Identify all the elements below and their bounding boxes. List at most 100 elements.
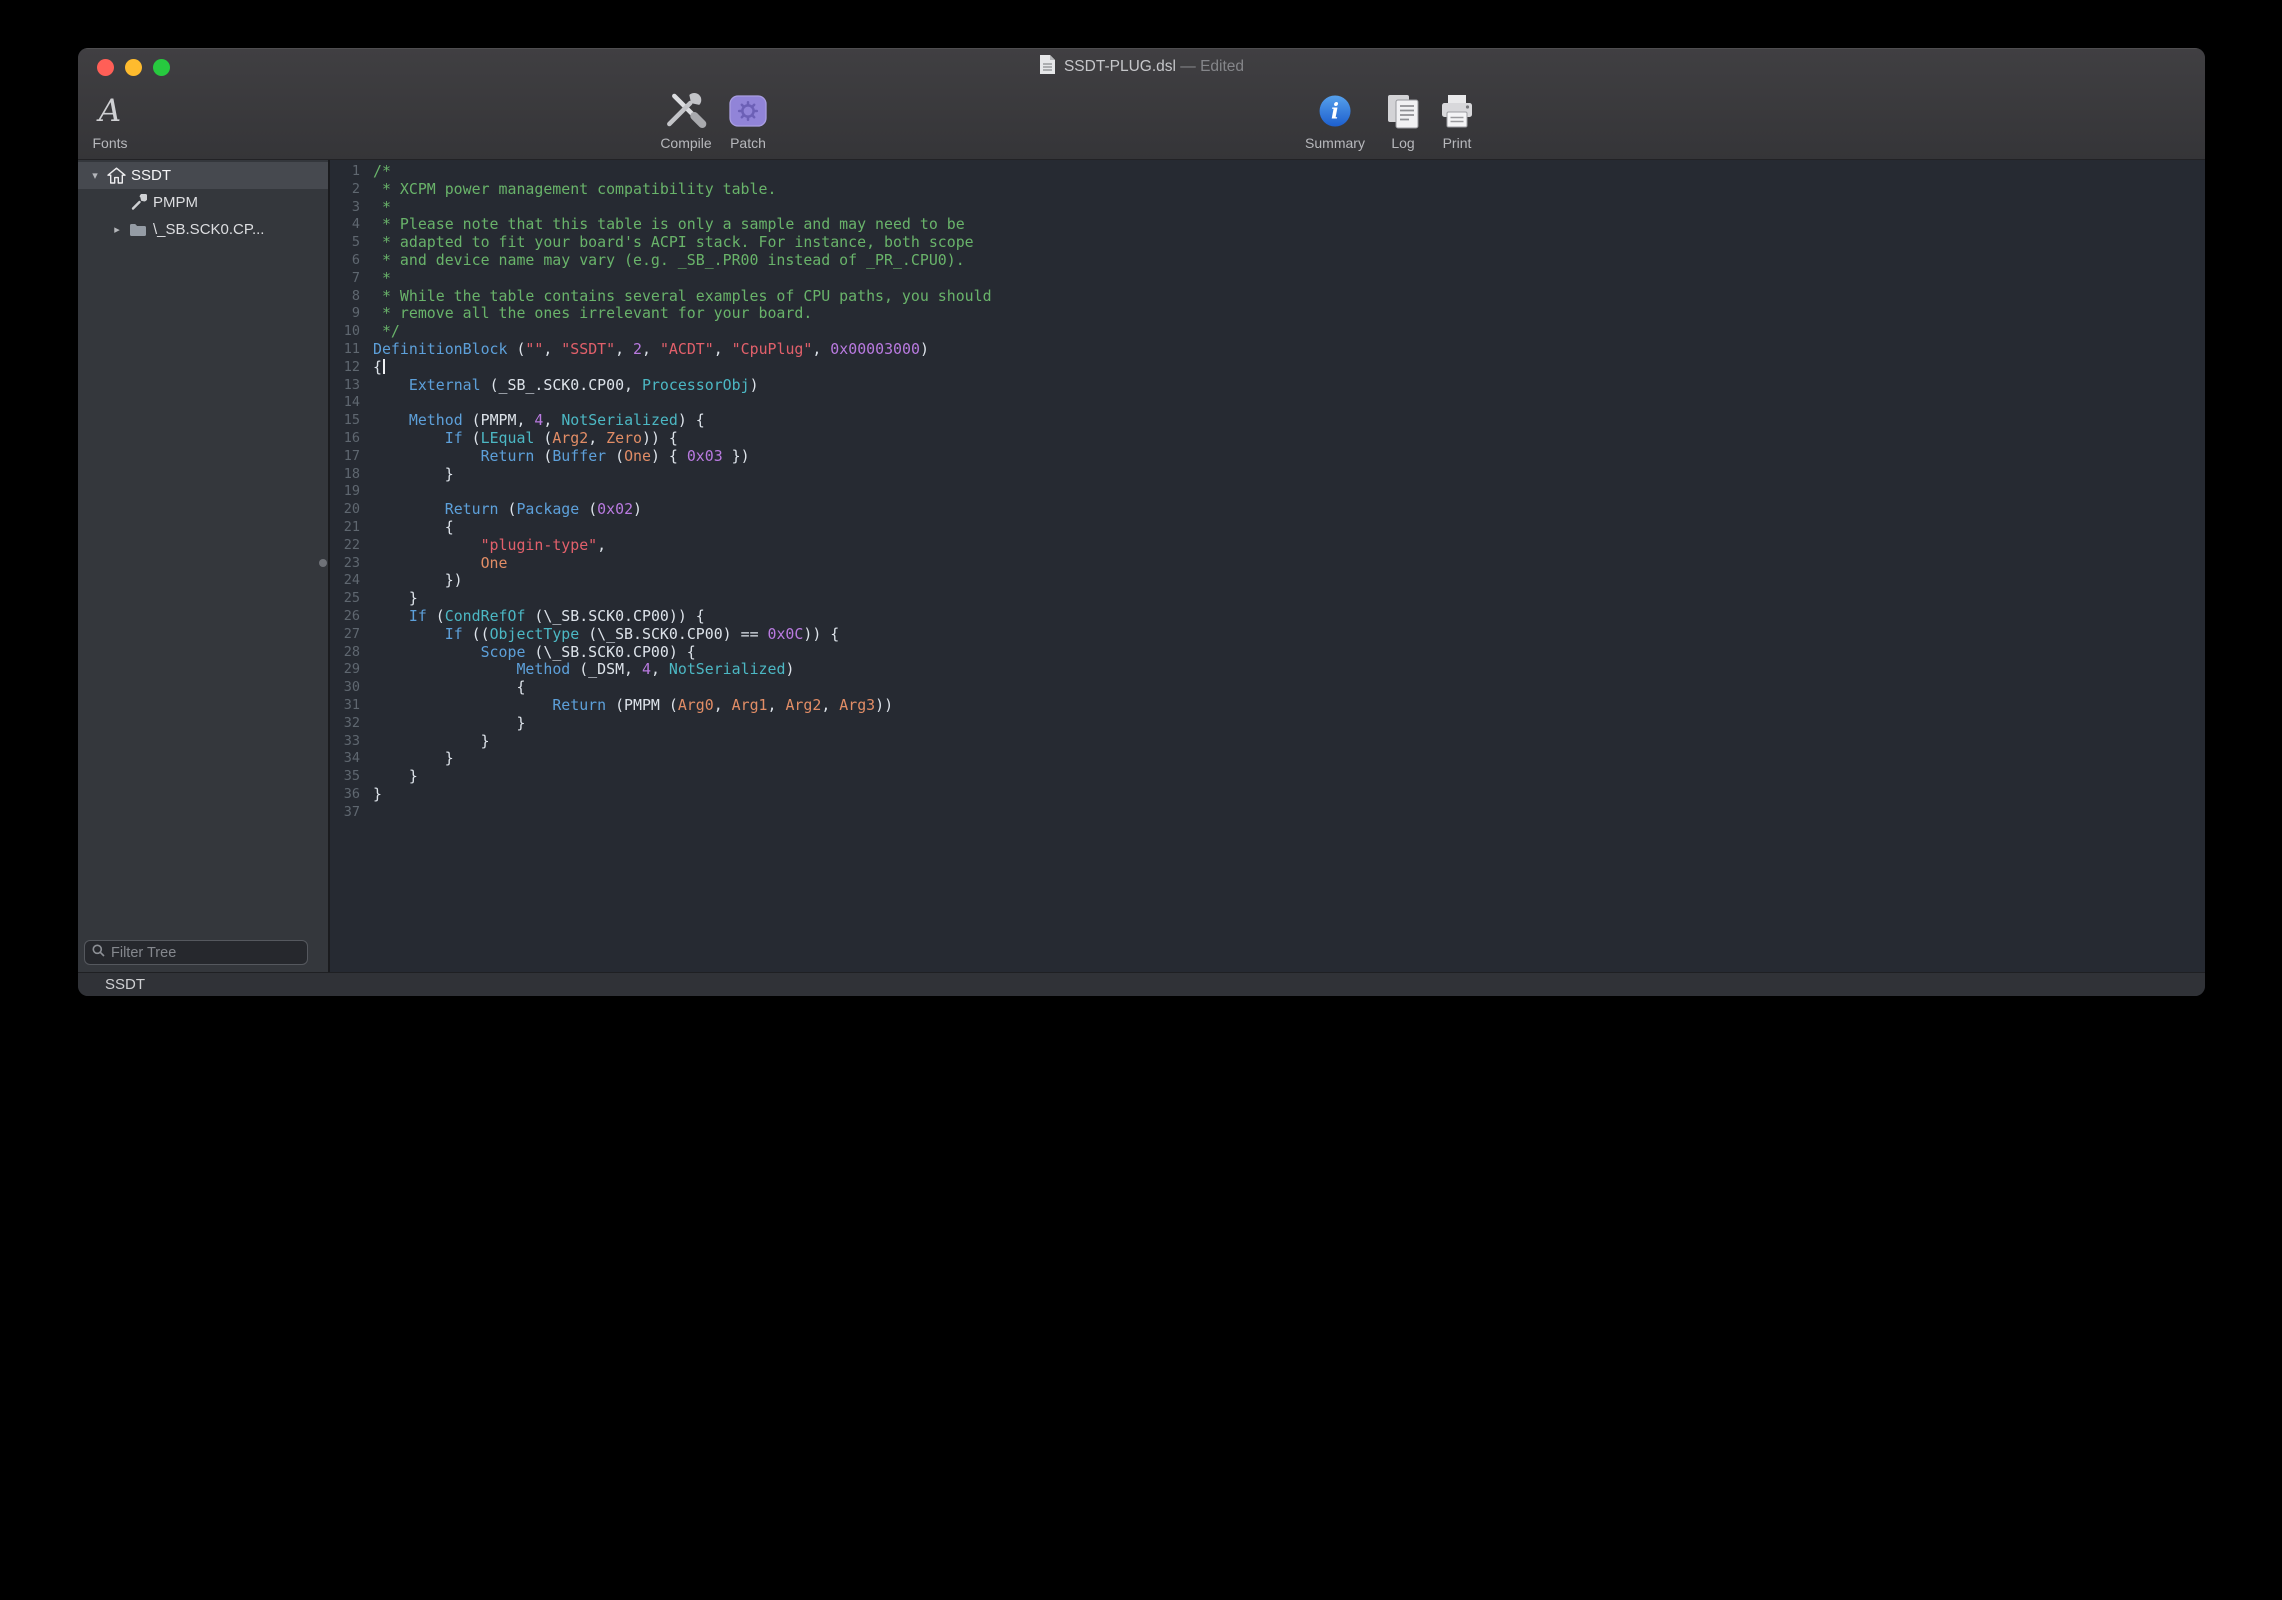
code-line[interactable]: 6 * and device name may vary (e.g. _SB_.… [330, 252, 2205, 270]
code-token: 0x00003000 [830, 340, 920, 358]
code-token: , [597, 536, 606, 554]
code-line[interactable]: 5 * adapted to fit your board's ACPI sta… [330, 234, 2205, 252]
code-token: DefinitionBlock [373, 340, 507, 358]
code-token: { [373, 678, 525, 696]
code-token [373, 536, 481, 554]
sidebar-item-pmpm[interactable]: PMPM [78, 189, 328, 216]
code-text: /* [373, 163, 391, 181]
summary-button[interactable]: i Summary [1305, 88, 1365, 151]
code-line[interactable]: 14 [330, 394, 2205, 412]
line-number: 3 [330, 199, 360, 217]
code-token: NotSerialized [561, 411, 678, 429]
minimize-button[interactable] [125, 59, 142, 76]
code-token: , [642, 340, 660, 358]
code-token: (PMPM, [463, 411, 535, 429]
code-token: /* [373, 162, 391, 180]
code-line[interactable]: 12{ [330, 359, 2205, 377]
splitter-handle[interactable] [319, 559, 327, 567]
code-line[interactable]: 9 * remove all the ones irrelevant for y… [330, 305, 2205, 323]
line-number: 11 [330, 341, 360, 359]
code-token: Arg2 [785, 696, 821, 714]
line-number: 26 [330, 608, 360, 626]
code-line[interactable]: 2 * XCPM power management compatibility … [330, 181, 2205, 199]
code-line[interactable]: 21 { [330, 519, 2205, 537]
compile-button[interactable]: Compile [660, 88, 711, 151]
code-token: ( [427, 607, 445, 625]
code-text: "plugin-type", [373, 537, 606, 555]
code-line[interactable]: 3 * [330, 199, 2205, 217]
close-button[interactable] [97, 59, 114, 76]
code-line[interactable]: 28 Scope (\_SB.SCK0.CP00) { [330, 644, 2205, 662]
code-line[interactable]: 18 } [330, 466, 2205, 484]
code-token: )) { [642, 429, 678, 447]
print-button[interactable]: Print [1438, 88, 1476, 151]
code-line[interactable]: 37 [330, 804, 2205, 822]
disclosure-triangle-icon[interactable]: ▸ [108, 223, 126, 236]
code-token: , [714, 340, 732, 358]
code-token: ) [633, 500, 642, 518]
patch-button[interactable]: Patch [728, 88, 768, 151]
code-line[interactable]: 22 "plugin-type", [330, 537, 2205, 555]
code-token: "ACDT" [660, 340, 714, 358]
code-line[interactable]: 34 } [330, 750, 2205, 768]
house-icon [104, 167, 128, 184]
code-line[interactable]: 36} [330, 786, 2205, 804]
line-number: 8 [330, 288, 360, 306]
code-line[interactable]: 26 If (CondRefOf (\_SB.SCK0.CP00)) { [330, 608, 2205, 626]
code-token: (_SB_.SCK0.CP00, [481, 376, 642, 394]
code-line[interactable]: 1 /* [330, 163, 2205, 181]
code-token: , [543, 340, 561, 358]
code-line[interactable]: 15 Method (PMPM, 4, NotSerialized) { [330, 412, 2205, 430]
code-token: ( [534, 429, 552, 447]
fonts-button[interactable]: A Fonts [92, 88, 127, 151]
sidebar-item-sb-sck0-cp[interactable]: ▸\_SB.SCK0.CP... [78, 216, 328, 243]
code-line[interactable]: 25 } [330, 590, 2205, 608]
code-token: * Please note that this table is only a … [373, 215, 965, 233]
line-number: 1 [330, 163, 360, 181]
code-line[interactable]: 7 * [330, 270, 2205, 288]
sidebar-item-ssdt[interactable]: ▾SSDT [78, 162, 328, 189]
code-line[interactable]: 17 Return (Buffer (One) { 0x03 }) [330, 448, 2205, 466]
code-token: )) { [803, 625, 839, 643]
info-icon: i [1318, 88, 1352, 134]
code-line[interactable]: 4 * Please note that this table is only … [330, 216, 2205, 234]
code-line[interactable]: 10 */ [330, 323, 2205, 341]
code-token: } [373, 749, 454, 767]
code-token: ( [463, 429, 481, 447]
code-editor[interactable]: 1 /*2 * XCPM power management compatibili… [330, 160, 2205, 972]
code-token: Return [552, 696, 606, 714]
code-line[interactable]: 19 [330, 483, 2205, 501]
code-line[interactable]: 35 } [330, 768, 2205, 786]
code-line[interactable]: 33 } [330, 733, 2205, 751]
code-text: * remove all the ones irrelevant for you… [373, 305, 812, 323]
content-area: ▾SSDTPMPM▸\_SB.SCK0.CP... 1 /*2 * XCPM po… [78, 160, 2205, 972]
code-line[interactable]: 24 }) [330, 572, 2205, 590]
code-line[interactable]: 32 } [330, 715, 2205, 733]
code-line[interactable]: 30 { [330, 679, 2205, 697]
code-line[interactable]: 8 * While the table contains several exa… [330, 288, 2205, 306]
svg-text:i: i [1331, 99, 1339, 124]
code-line[interactable]: 27 If ((ObjectType (\_SB.SCK0.CP00) == 0… [330, 626, 2205, 644]
code-token: (_DSM, [570, 660, 642, 678]
log-button[interactable]: Log [1384, 88, 1422, 151]
zoom-button[interactable] [153, 59, 170, 76]
compile-label: Compile [660, 135, 711, 151]
text-caret [383, 359, 385, 374]
code-line[interactable]: 13 External (_SB_.SCK0.CP00, ProcessorOb… [330, 377, 2205, 395]
disclosure-triangle-icon[interactable]: ▾ [86, 169, 104, 182]
code-line[interactable]: 16 If (LEqual (Arg2, Zero)) { [330, 430, 2205, 448]
code-line[interactable]: 29 Method (_DSM, 4, NotSerialized) [330, 661, 2205, 679]
code-line[interactable]: 11 DefinitionBlock ("", "SSDT", 2, "ACDT"… [330, 341, 2205, 359]
code-line[interactable]: 23 One [330, 555, 2205, 573]
code-line[interactable]: 20 Return (Package (0x02) [330, 501, 2205, 519]
document-proxy-icon[interactable] [1039, 54, 1056, 80]
code-line[interactable]: 31 Return (PMPM (Arg0, Arg1, Arg2, Arg3)… [330, 697, 2205, 715]
line-number: 33 [330, 733, 360, 751]
code-token: } [373, 465, 454, 483]
filter-tree-input[interactable] [111, 945, 300, 961]
code-token [373, 447, 481, 465]
line-number: 10 [330, 323, 360, 341]
line-number: 36 [330, 786, 360, 804]
code-text: */ [373, 323, 400, 341]
code-text: DefinitionBlock ("", "SSDT", 2, "ACDT", … [373, 341, 929, 359]
